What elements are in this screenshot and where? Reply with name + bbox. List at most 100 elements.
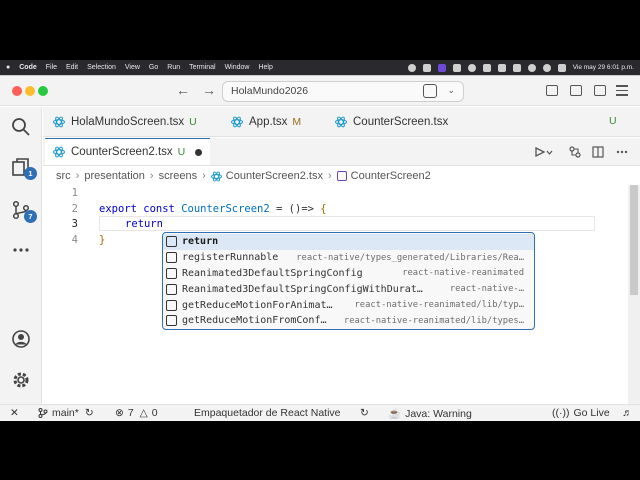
chevron-right-icon: ›: [327, 170, 332, 182]
menubar-status-area: Vie may 29 6:01 p.m.: [407, 63, 634, 72]
java-status[interactable]: ☕ Java: Warning: [388, 407, 472, 421]
suggestion-item[interactable]: getReduceMotionForAnimat… react-native-r…: [163, 297, 534, 313]
command-center-search[interactable]: HolaMundo2026 ⌄: [222, 81, 464, 102]
scrollbar-thumb[interactable]: [630, 185, 638, 295]
editor-scrollbar[interactable]: [628, 185, 640, 404]
menu-view[interactable]: View: [125, 64, 140, 71]
copilot-icon[interactable]: [423, 84, 437, 98]
menu-edit[interactable]: Edit: [66, 64, 78, 71]
problems-status[interactable]: ⊗ 7 △ 0: [115, 407, 158, 419]
customize-layout-icon[interactable]: [616, 85, 628, 96]
run-debug-icon[interactable]: [535, 146, 553, 158]
macos-menubar: ● Code File Edit Selection View Go Run T…: [0, 60, 640, 75]
status-icon-1[interactable]: [407, 63, 416, 72]
more-views-icon[interactable]: [11, 240, 31, 260]
toggle-primary-sidebar-icon[interactable]: [546, 85, 558, 96]
refresh-icon[interactable]: ↻: [360, 407, 369, 419]
search-text: HolaMundo2026: [231, 85, 309, 97]
toggle-panel-icon[interactable]: [570, 85, 582, 96]
line-number: 3: [71, 218, 78, 230]
breadcrumb-item[interactable]: presentation: [84, 170, 145, 182]
activity-bar: 1 7: [0, 107, 42, 404]
source-control-icon[interactable]: 7: [11, 200, 37, 223]
status-icon-4[interactable]: [467, 63, 476, 72]
suggestion-item[interactable]: Reanimated3DefaultSpringConfigWithDurat……: [163, 281, 534, 297]
react-file-icon: [231, 116, 243, 127]
accounts-icon[interactable]: [11, 329, 31, 349]
bluetooth-icon[interactable]: [497, 63, 506, 72]
react-file-icon: [53, 116, 65, 127]
scm-badge: 7: [24, 210, 37, 223]
go-live-button[interactable]: ((·)) Go Live: [552, 407, 610, 419]
tab-counterscreen[interactable]: CounterScreen.tsx: [335, 107, 448, 136]
battery-icon[interactable]: [512, 63, 521, 72]
status-icon-5[interactable]: [482, 63, 491, 72]
suggestion-label: getReduceMotionForAnimat…: [182, 299, 333, 311]
more-actions-icon[interactable]: [616, 146, 628, 158]
suggestion-label: getReduceMotionFromConf…: [182, 315, 327, 327]
minimize-window-button[interactable]: [25, 86, 35, 96]
suggestion-detail: react-native-reanimated/lib/typ…: [354, 300, 524, 311]
line-number: 4: [71, 234, 78, 246]
tab-counterscreen2-active[interactable]: CounterScreen2.tsx U: [45, 138, 211, 165]
tab-app[interactable]: App.tsx M: [231, 107, 301, 136]
back-arrow-icon[interactable]: ←: [176, 82, 190, 98]
menu-run[interactable]: Run: [167, 64, 180, 71]
wifi-icon[interactable]: [527, 63, 536, 72]
react-file-icon: [53, 146, 65, 158]
react-file-icon: [335, 116, 347, 127]
menu-file[interactable]: File: [46, 64, 57, 71]
broadcast-icon: ((·)): [552, 407, 570, 419]
gear-icon[interactable]: [11, 370, 31, 390]
menu-window[interactable]: Window: [225, 64, 250, 71]
apple-icon[interactable]: ●: [6, 64, 10, 71]
chevron-right-icon: ›: [149, 170, 154, 182]
focus-icon[interactable]: [437, 63, 446, 72]
status-icon-2[interactable]: [422, 63, 431, 72]
toggle-secondary-sidebar-icon[interactable]: [594, 85, 606, 96]
menu-app-name[interactable]: Code: [19, 64, 37, 71]
untracked-mark: U: [189, 115, 197, 128]
suggestion-item[interactable]: return: [163, 234, 534, 250]
tab-holamundoscreen[interactable]: HolaMundoScreen.tsx U: [53, 107, 197, 136]
java-icon: ☕: [388, 408, 402, 420]
unsaved-dot-icon[interactable]: [195, 148, 203, 156]
menu-go[interactable]: Go: [149, 64, 158, 71]
symbol-icon: [166, 252, 177, 264]
notifications-bell-icon[interactable]: ♬: [622, 407, 633, 419]
suggestion-label: return: [182, 236, 219, 248]
suggestion-item[interactable]: getReduceMotionFromConf… react-native-re…: [163, 313, 534, 329]
spotlight-icon[interactable]: [542, 63, 551, 72]
branch-status[interactable]: main* ↻: [38, 407, 94, 419]
breadcrumb-item[interactable]: src: [56, 170, 71, 182]
menu-help[interactable]: Help: [258, 64, 272, 71]
explorer-icon[interactable]: 1: [11, 157, 37, 180]
status-icon-3[interactable]: [452, 63, 461, 72]
control-center-icon[interactable]: [557, 63, 566, 72]
split-editor-icon[interactable]: [592, 146, 604, 158]
sync-icon[interactable]: ↻: [85, 407, 94, 419]
search-icon[interactable]: [11, 117, 31, 137]
line-number: 2: [71, 203, 78, 215]
suggestion-item[interactable]: registerRunnable react-native/types_gene…: [163, 250, 534, 266]
untracked-mark: U: [609, 115, 617, 127]
menu-terminal[interactable]: Terminal: [189, 64, 215, 71]
chevron-down-icon[interactable]: ⌄: [447, 85, 455, 96]
close-window-button[interactable]: [12, 86, 22, 96]
packager-status[interactable]: Empaquetador de React Native: [194, 407, 341, 419]
zoom-window-button[interactable]: [38, 86, 48, 96]
breadcrumb-item[interactable]: CounterScreen2.tsx: [226, 170, 323, 182]
branch-icon: [38, 408, 48, 418]
breadcrumb-item[interactable]: screens: [159, 170, 198, 182]
suggestion-detail: react-native-reanimated: [402, 268, 524, 279]
keyword-icon: [166, 236, 177, 248]
breadcrumb-item[interactable]: CounterScreen2: [351, 170, 431, 182]
compare-changes-icon[interactable]: [569, 146, 581, 158]
forward-arrow-icon[interactable]: →: [202, 82, 216, 98]
suggestion-item[interactable]: Reanimated3DefaultSpringConfig react-nat…: [163, 266, 534, 282]
menu-selection[interactable]: Selection: [87, 64, 116, 71]
suggestion-detail: react-native/types_generated/Libraries/R…: [296, 252, 524, 263]
menubar-clock[interactable]: Vie may 29 6:01 p.m.: [573, 64, 634, 71]
remote-icon[interactable]: ✕: [10, 407, 19, 419]
go-live-label: Go Live: [573, 407, 610, 419]
